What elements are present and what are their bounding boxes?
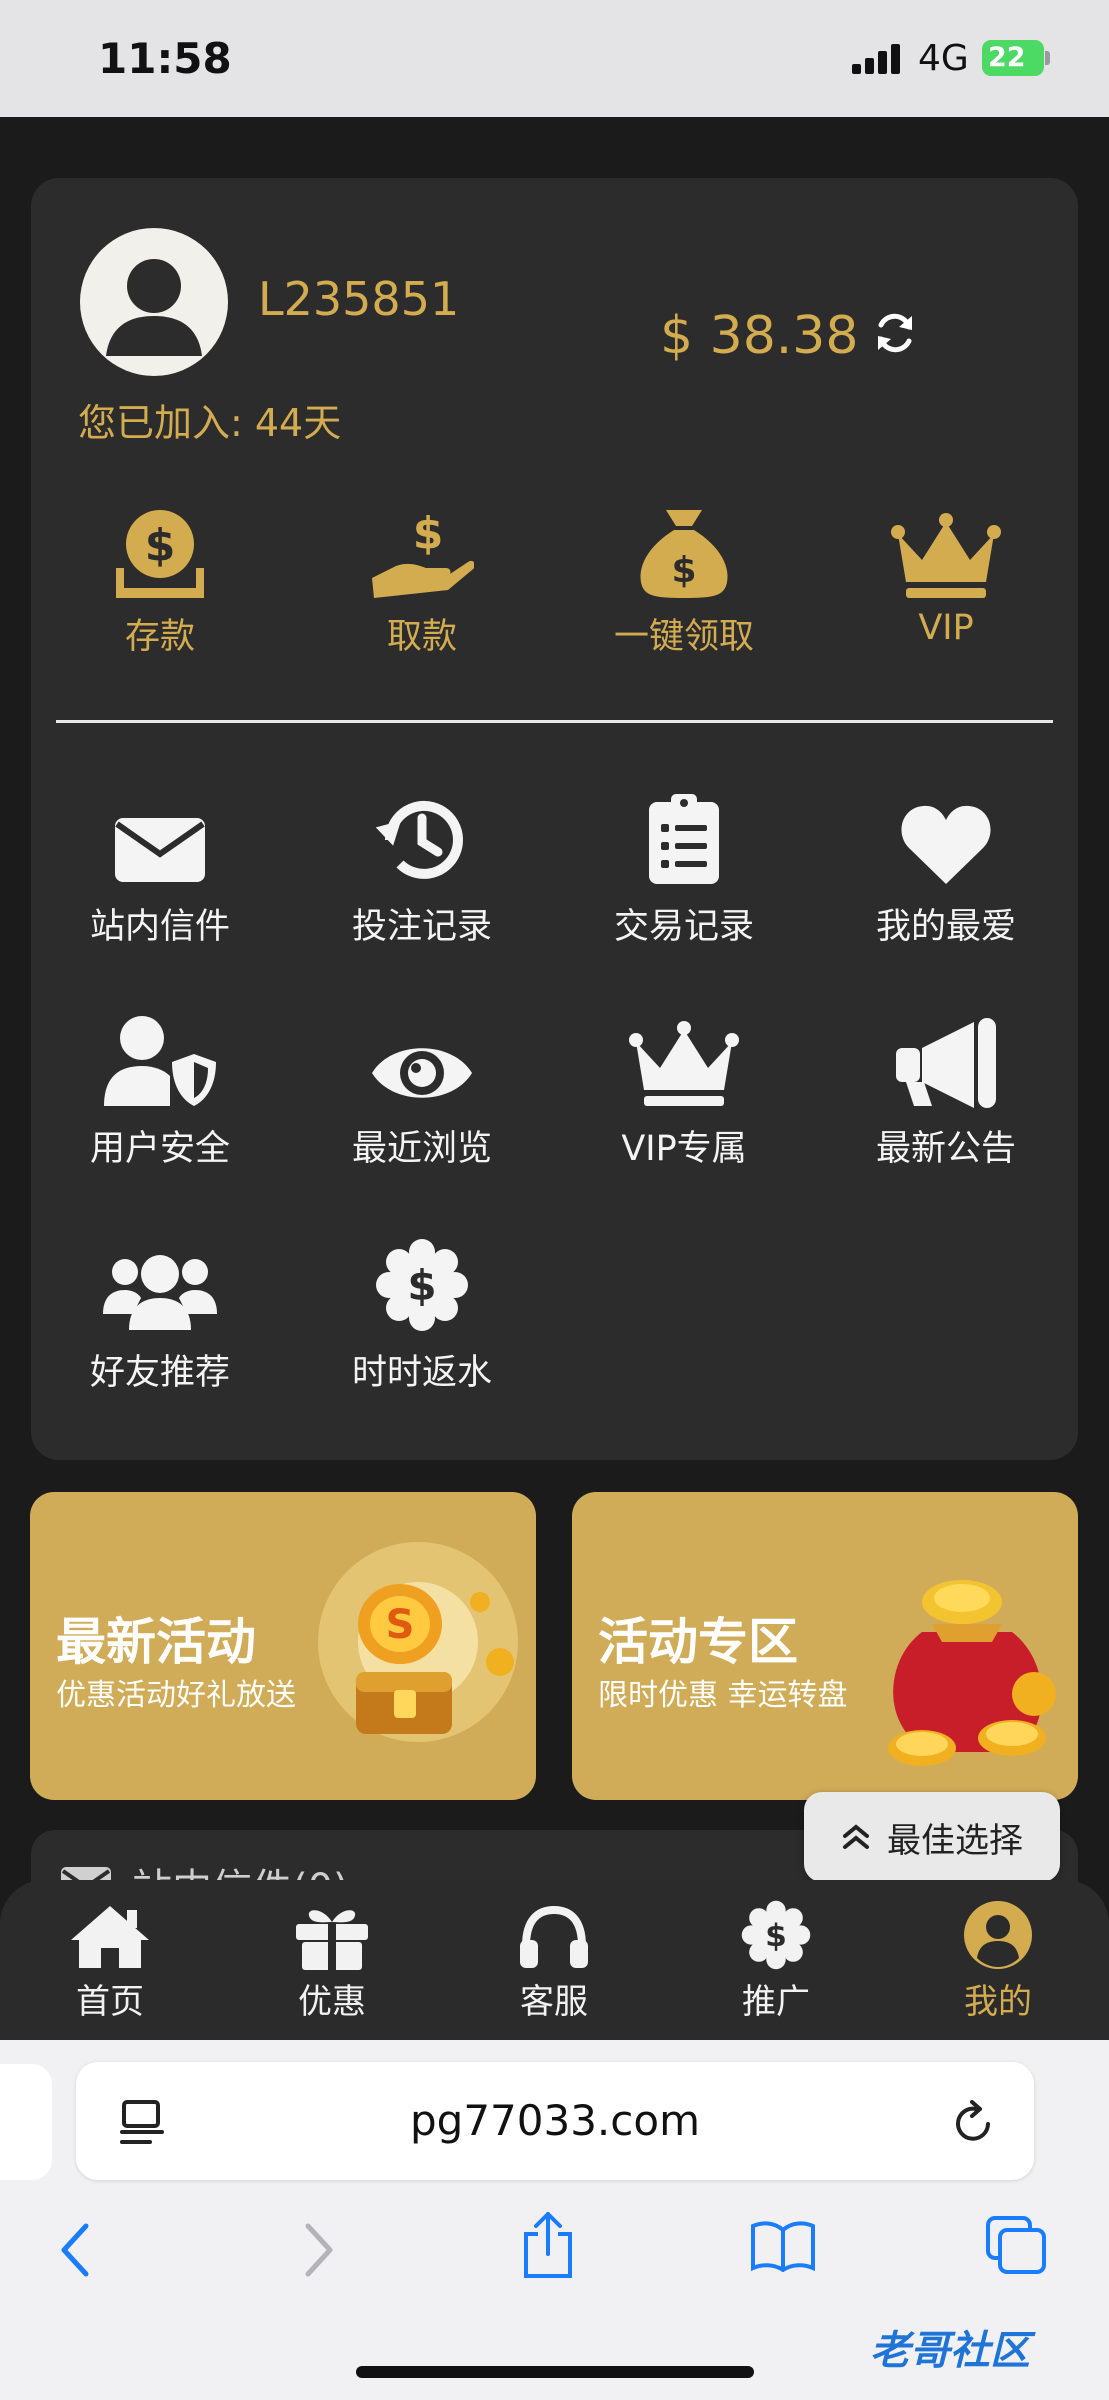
treasure-chest-icon: S	[318, 1542, 518, 1742]
avatar[interactable]	[80, 228, 228, 376]
tab-label-promote: 推广	[742, 1982, 810, 2022]
users-icon	[103, 1255, 217, 1330]
home-icon	[71, 1906, 149, 1968]
back-icon[interactable]	[58, 2222, 94, 2278]
menu-label-vip-exclusive: VIP专属	[621, 1129, 747, 1169]
tab-label-support: 客服	[520, 1982, 588, 2022]
menu-item-security[interactable]: 用户安全	[50, 1012, 270, 1171]
username: L235851	[258, 272, 460, 326]
tab-promotions[interactable]: 优惠	[252, 1900, 412, 2023]
reload-icon[interactable]	[952, 2098, 996, 2146]
menu-item-transactions[interactable]: 交易记录	[574, 790, 794, 949]
joined-days: 您已加入: 44天	[78, 401, 342, 445]
user-shield-icon	[104, 1016, 216, 1106]
envelope-icon	[115, 818, 205, 882]
banner-promo-zone[interactable]: 活动专区 限时优惠 幸运转盘	[572, 1492, 1078, 1800]
vip-label: VIP	[918, 608, 974, 648]
tab-label-promotions: 优惠	[298, 1982, 366, 2022]
menu-label-rebate: 时时返水	[351, 1353, 492, 1393]
svg-text:$: $	[765, 1918, 787, 1954]
tab-support[interactable]: 客服	[474, 1900, 634, 2023]
best-choice-label: 最佳选择	[887, 1820, 1023, 1861]
menu-item-rebate[interactable]: $ 时时返水	[312, 1236, 532, 1395]
tab-label-mine: 我的	[964, 1982, 1032, 2022]
gift-icon	[296, 1910, 368, 1970]
tabs-icon[interactable]	[984, 2214, 1048, 2276]
menu-label-recent: 最近浏览	[351, 1129, 492, 1169]
withdraw-label: 取款	[386, 617, 457, 657]
banner-title: 活动专区	[598, 1613, 798, 1671]
headset-icon	[520, 1906, 588, 1968]
tab-label-home: 首页	[76, 1982, 144, 2022]
claim-all-label: 一键领取	[613, 617, 754, 657]
user-circle-icon	[964, 1901, 1032, 1969]
vip-button[interactable]: VIP	[846, 500, 1046, 648]
network-type: 4G	[918, 38, 969, 79]
banner-subtitle: 限时优惠 幸运转盘	[598, 1678, 848, 1713]
bookmarks-icon[interactable]	[750, 2220, 816, 2272]
chevron-double-up-icon	[843, 1824, 869, 1849]
svg-text:$: $	[671, 550, 696, 591]
best-choice-button[interactable]: 最佳选择	[804, 1792, 1060, 1882]
svg-text:S: S	[386, 1602, 415, 1648]
svg-text:$: $	[413, 508, 444, 559]
menu-label-announcements: 最新公告	[875, 1129, 1016, 1169]
url-text: pg77033.com	[410, 2096, 700, 2145]
menu-item-vip-exclusive[interactable]: VIP专属	[574, 1012, 794, 1171]
banner-title: 最新活动	[56, 1613, 256, 1671]
home-indicator	[356, 2366, 754, 2378]
dollar-badge-icon: $	[741, 1900, 811, 1970]
menu-item-announcements[interactable]: 最新公告	[836, 1012, 1056, 1171]
megaphone-icon	[896, 1018, 996, 1108]
menu-item-recent[interactable]: 最近浏览	[312, 1012, 532, 1171]
heart-icon	[901, 805, 991, 884]
watermark-logo: 老哥社区	[870, 2328, 1030, 2374]
money-bag-icon: $	[640, 510, 728, 598]
crown-icon	[891, 513, 1001, 598]
tab-promote[interactable]: $ 推广	[696, 1900, 856, 2023]
divider	[56, 720, 1053, 723]
svg-text:$: $	[407, 1261, 436, 1310]
battery-tip	[1045, 51, 1050, 65]
user-avatar-icon	[106, 259, 202, 356]
signal-icon	[852, 44, 900, 74]
crown-icon	[629, 1021, 739, 1106]
deposit-icon: $	[116, 510, 204, 598]
menu-label-bet-records: 投注记录	[351, 907, 492, 947]
banner-subtitle: 优惠活动好礼放送	[56, 1678, 296, 1713]
coin-bag-icon	[888, 1580, 1056, 1766]
menu-item-referral[interactable]: 好友推荐	[50, 1236, 270, 1395]
tab-home[interactable]: 首页	[30, 1900, 190, 2023]
menu-item-bet-records[interactable]: 投注记录	[312, 790, 532, 949]
history-icon	[376, 800, 463, 879]
tab-mine[interactable]: 我的	[918, 1900, 1078, 2023]
status-time: 11:58	[98, 34, 232, 83]
menu-item-favorites[interactable]: 我的最爱	[836, 790, 1056, 949]
share-icon[interactable]	[520, 2210, 576, 2280]
banner-latest-events[interactable]: 最新活动 优惠活动好礼放送 S	[30, 1492, 536, 1800]
menu-item-inbox[interactable]: 站内信件	[50, 790, 270, 949]
menu-label-favorites: 我的最爱	[875, 907, 1016, 947]
forward-icon[interactable]	[300, 2222, 336, 2278]
menu-label-inbox: 站内信件	[89, 907, 230, 947]
menu-label-transactions: 交易记录	[613, 907, 754, 947]
deposit-button[interactable]: $ 存款	[60, 500, 260, 659]
withdraw-icon: $	[372, 508, 474, 598]
claim-all-button[interactable]: $ 一键领取	[584, 500, 784, 659]
dollar-badge-icon: $	[376, 1239, 468, 1331]
deposit-label: 存款	[124, 617, 195, 657]
withdraw-button[interactable]: $ 取款	[322, 500, 522, 659]
balance: $ 38.38	[660, 306, 859, 366]
battery-icon: 22	[982, 40, 1044, 76]
refresh-icon[interactable]	[872, 310, 918, 356]
clipboard-list-icon	[649, 794, 719, 884]
previous-tab-edge[interactable]	[0, 2064, 52, 2180]
eye-icon	[372, 1048, 472, 1098]
svg-text:$: $	[145, 520, 176, 571]
menu-label-referral: 好友推荐	[89, 1353, 230, 1393]
menu-label-security: 用户安全	[89, 1129, 230, 1169]
